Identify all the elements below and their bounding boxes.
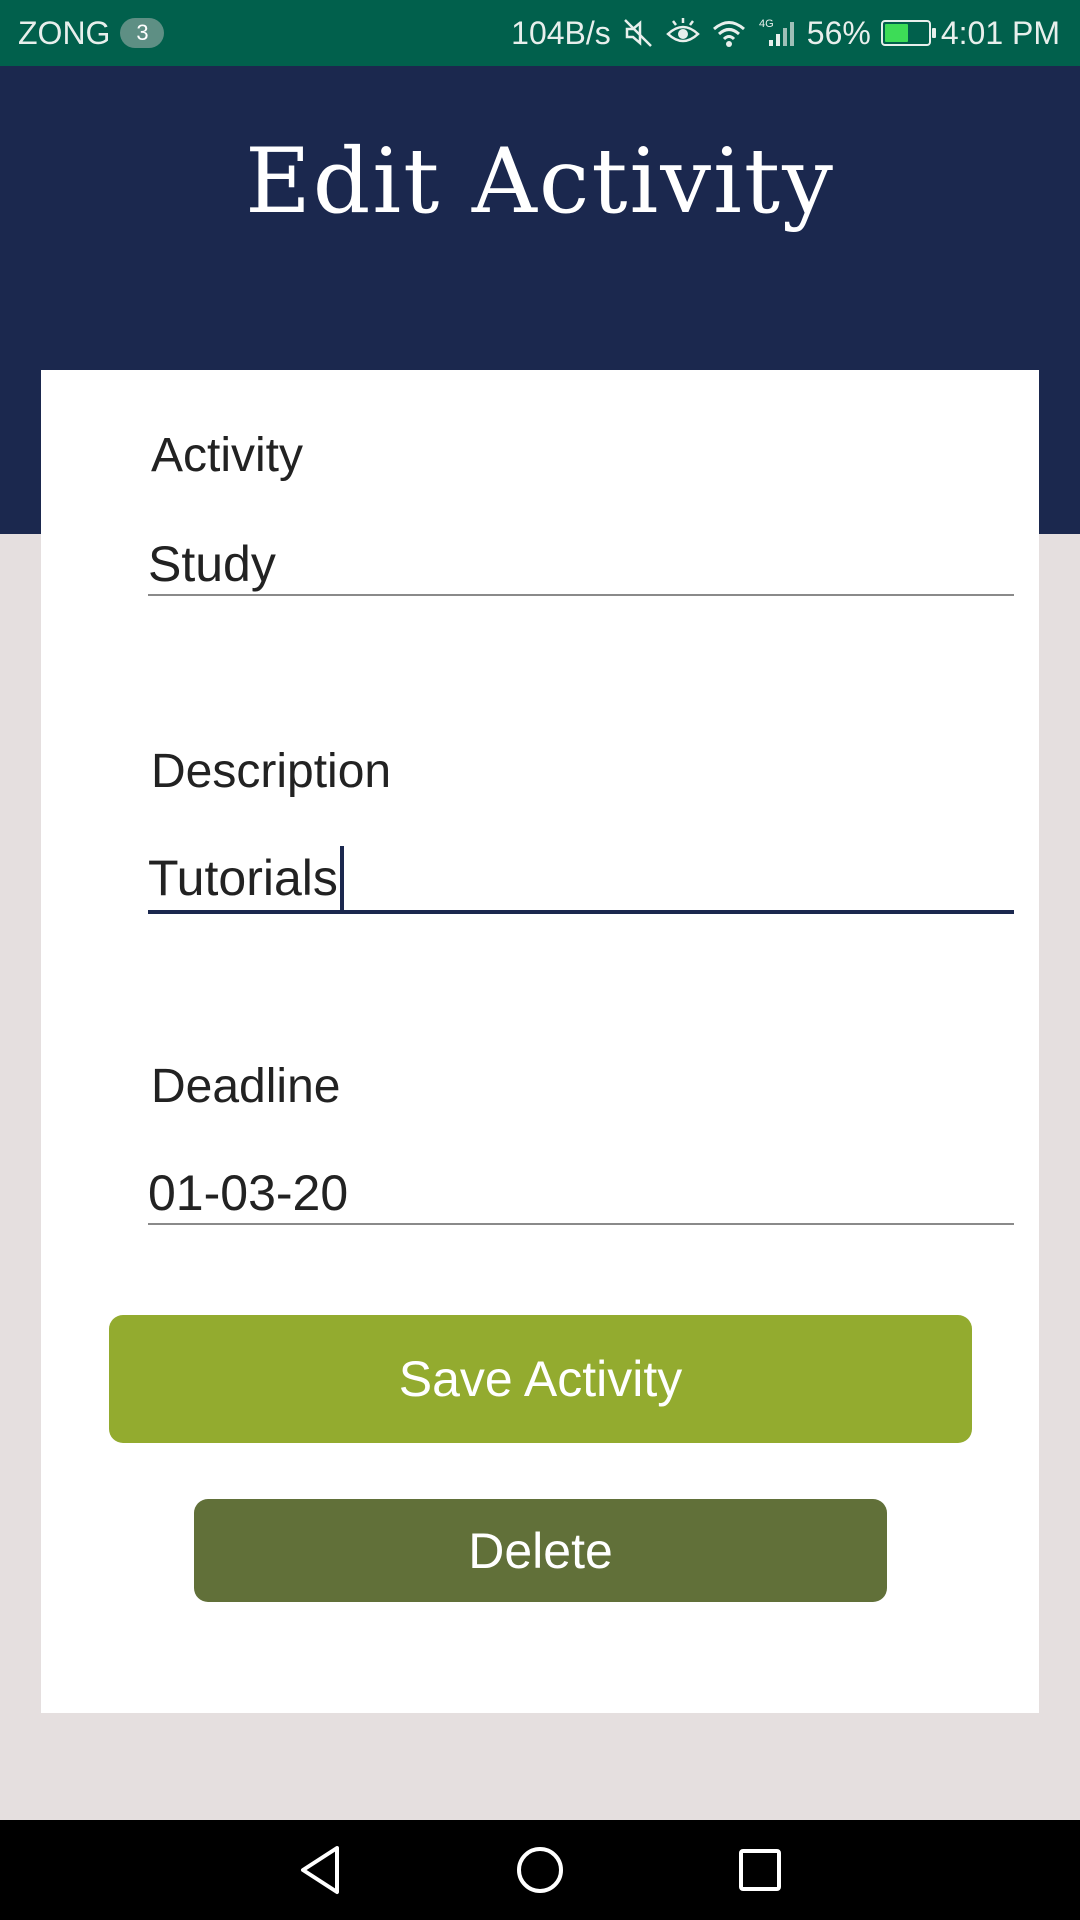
battery-level <box>884 24 909 42</box>
sim-badge: 3 <box>120 18 165 48</box>
save-activity-button[interactable]: Save Activity <box>109 1315 972 1443</box>
eye-comfort-icon <box>665 16 701 50</box>
description-field[interactable]: Tutorials <box>148 846 1014 914</box>
delete-button[interactable]: Delete <box>194 1499 887 1602</box>
carrier-name: ZONG <box>18 14 111 51</box>
description-value: Tutorials <box>148 850 338 906</box>
mute-icon <box>621 16 655 50</box>
signal-icon: 4G <box>757 16 797 50</box>
wifi-icon <box>711 16 747 50</box>
description-label: Description <box>151 745 392 798</box>
clock: 4:01 PM <box>940 14 1060 51</box>
activity-label: Activity <box>151 429 304 482</box>
back-button[interactable] <box>210 1820 430 1920</box>
recents-icon <box>739 1849 781 1891</box>
status-right: 104B/s 4G 56% 4:01 PM <box>501 15 1060 52</box>
recents-button[interactable] <box>650 1820 870 1920</box>
battery-charging-icon <box>880 20 936 46</box>
net-speed: 104B/s <box>511 14 611 51</box>
svg-text:4G: 4G <box>759 18 774 30</box>
home-button[interactable] <box>430 1820 650 1920</box>
deadline-field[interactable] <box>148 1163 1014 1225</box>
text-cursor <box>339 846 344 910</box>
deadline-label: Deadline <box>151 1060 341 1113</box>
navigation-bar <box>0 1820 1080 1920</box>
activity-field[interactable] <box>148 534 1014 596</box>
battery-percent: 56% <box>806 14 871 51</box>
page-title: Edit Activity <box>245 129 835 234</box>
back-icon <box>301 1846 339 1894</box>
status-bar: ZONG 3 104B/s 4G 56% 4:01 PM <box>0 0 1080 66</box>
status-left: ZONG 3 <box>18 14 165 52</box>
home-icon <box>517 1847 563 1893</box>
